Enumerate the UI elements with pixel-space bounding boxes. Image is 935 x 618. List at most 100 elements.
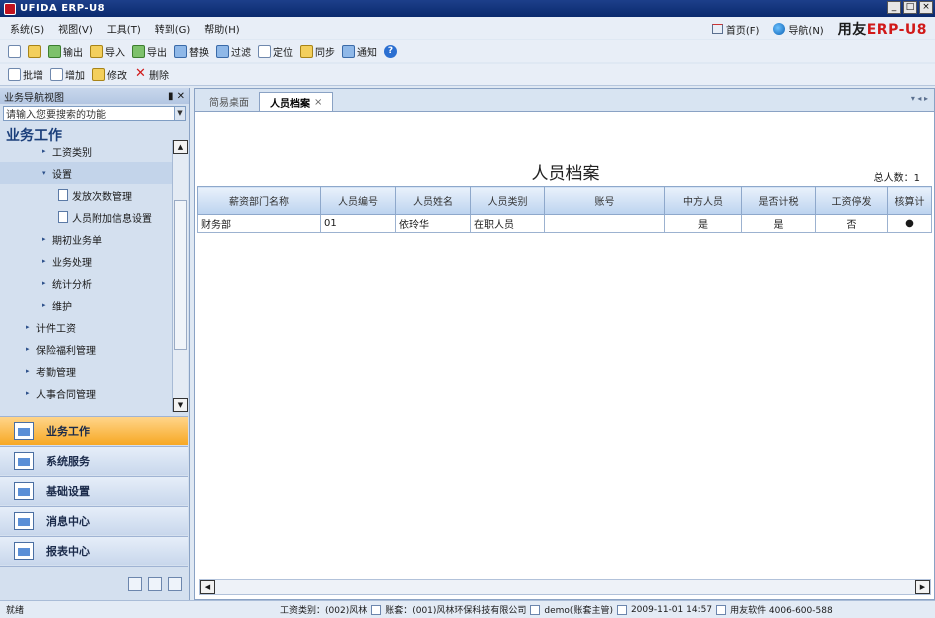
chevron-right-icon[interactable]: ▸ [42, 235, 52, 243]
print-icon [8, 44, 21, 58]
tab-simple-desktop[interactable]: 简易桌面 [199, 92, 259, 111]
menu-view[interactable]: 视图(V) [58, 21, 93, 36]
nav-message-center[interactable]: 消息中心 [0, 506, 188, 535]
col-account[interactable]: 账号 [544, 186, 665, 215]
filter-icon [216, 44, 229, 58]
output-button[interactable]: 输出 [48, 44, 83, 59]
menu-system[interactable]: 系统(S) [10, 21, 44, 36]
tree-item[interactable]: ▸ 统计分析 [0, 272, 172, 294]
scroll-right-icon[interactable]: ▶ [915, 580, 930, 594]
list-icon[interactable] [148, 576, 162, 591]
cell-dept[interactable]: 财务部 [197, 214, 321, 233]
nav-report-center[interactable]: 报表中心 [0, 536, 188, 565]
chevron-right-icon[interactable]: ▸ [26, 389, 36, 397]
col-chinese[interactable]: 中方人员 [664, 186, 742, 215]
function-search-input[interactable]: 请输入您要搜索的功能 ▼ [3, 106, 186, 121]
table-row[interactable]: 财务部 01 依玲华 在职人员 是 是 否 ● [197, 214, 932, 233]
col-pay-stop[interactable]: 工资停发 [815, 186, 888, 215]
tree-item[interactable]: ▸ 考勤管理 [0, 360, 172, 382]
navigation-panel: 业务导航视图 ▮ ✕ 请输入您要搜索的功能 ▼ 业务工作 ▸ 工资类别 ▾ 设置 发放次… [0, 88, 190, 600]
shortcut-icon[interactable] [128, 576, 142, 591]
chevron-right-icon[interactable]: ▸ [26, 367, 36, 375]
menu-help[interactable]: 帮助(H) [204, 21, 239, 36]
user-icon [530, 604, 541, 615]
preview-button[interactable] [28, 44, 41, 58]
tree-item[interactable]: ▸ 计件工资 [0, 316, 172, 338]
replace-button[interactable]: 替换 [174, 44, 209, 59]
col-taxable[interactable]: 是否计税 [741, 186, 816, 215]
batch-add-button[interactable]: 批增 [8, 67, 43, 82]
cell-emp-type[interactable]: 在职人员 [470, 214, 545, 233]
col-calc[interactable]: 核算计 [887, 186, 932, 215]
navigation-icon [773, 23, 786, 35]
chevron-right-icon[interactable]: ▸ [26, 323, 36, 331]
status-datetime: 2009-11-01 14:57 [630, 604, 713, 615]
chevron-down-icon[interactable]: ▼ [174, 107, 185, 120]
tree-item-label: 计件工资 [36, 323, 76, 335]
cell-emp-no[interactable]: 01 [320, 214, 396, 233]
pin-close-icons[interactable]: ▮ ✕ [168, 91, 185, 102]
nav-basic-settings[interactable]: 基础设置 [0, 476, 188, 505]
filter-button[interactable]: 过滤 [216, 44, 251, 59]
menu-tools[interactable]: 工具(T) [107, 21, 141, 36]
col-emp-type[interactable]: 人员类别 [470, 186, 545, 215]
chevron-right-icon[interactable]: ▸ [42, 279, 52, 287]
scroll-left-icon[interactable]: ◀ [200, 580, 215, 594]
tree-item-label: 保险福利管理 [36, 345, 96, 357]
add-button[interactable]: 增加 [50, 67, 85, 82]
tree-item[interactable]: ▸ 期初业务单 [0, 228, 172, 250]
tree-item[interactable]: 发放次数管理 [0, 184, 172, 206]
nav-system-service[interactable]: 系统服务 [0, 446, 188, 475]
import-button[interactable]: 导入 [90, 44, 125, 59]
report-center-icon [14, 542, 34, 560]
close-button[interactable]: × [919, 1, 933, 14]
minimize-button[interactable]: _ [887, 1, 901, 14]
print-button[interactable] [8, 44, 21, 58]
nav-business-work[interactable]: 业务工作 [0, 416, 188, 445]
scroll-thumb[interactable] [174, 200, 187, 350]
locate-button[interactable]: 定位 [258, 44, 293, 59]
tree-item-label: 业务处理 [52, 257, 92, 269]
tab-nav-arrows[interactable]: ▾ ◂ ▸ [911, 94, 928, 103]
tree-item[interactable]: ▸ 保险福利管理 [0, 338, 172, 360]
chevron-right-icon[interactable]: ▸ [42, 301, 52, 309]
cell-chinese[interactable]: 是 [664, 214, 742, 233]
nav-tree-scrollbar[interactable]: ▲ ▼ [172, 140, 188, 412]
grid-hscrollbar[interactable]: ◀ ▶ [199, 579, 931, 595]
chevron-right-icon[interactable]: ▸ [42, 257, 52, 265]
chevron-right-icon[interactable]: ▸ [42, 147, 52, 155]
tree-item[interactable]: ▸ 业务处理 [0, 250, 172, 272]
col-emp-name[interactable]: 人员姓名 [395, 186, 471, 215]
scroll-up-icon[interactable]: ▲ [173, 140, 188, 154]
window-title: UFIDA ERP-U8 [20, 3, 106, 14]
cell-calc[interactable]: ● [887, 214, 932, 233]
close-tab-icon[interactable]: × [314, 97, 322, 108]
navigation-link[interactable]: 导航(N) [773, 22, 824, 37]
cell-emp-name[interactable]: 依玲华 [395, 214, 471, 233]
sync-button[interactable]: 同步 [300, 44, 335, 59]
tree-item[interactable]: ▸ 维护 [0, 294, 172, 316]
cell-pay-stop[interactable]: 否 [815, 214, 888, 233]
options-icon[interactable] [168, 576, 182, 591]
col-dept[interactable]: 薪资部门名称 [197, 186, 321, 215]
tree-item[interactable]: ▸ 工资类别 [0, 140, 172, 162]
status-category: 工资类别：(002)风林 [280, 606, 368, 616]
delete-button[interactable]: ✕ 删除 [134, 67, 169, 82]
menu-goto[interactable]: 转到(G) [155, 21, 191, 36]
home-link[interactable]: 首页(F) [711, 22, 759, 37]
help-icon[interactable]: ? [384, 44, 397, 58]
export-button[interactable]: 导出 [132, 44, 167, 59]
col-emp-no[interactable]: 人员编号 [320, 186, 396, 215]
modify-button[interactable]: 修改 [92, 67, 127, 82]
tab-personnel-file[interactable]: 人员档案 × [259, 92, 334, 111]
tree-item[interactable]: 人员附加信息设置 [0, 206, 172, 228]
cell-account[interactable] [544, 214, 665, 233]
cell-taxable[interactable]: 是 [741, 214, 816, 233]
chevron-right-icon[interactable]: ▸ [26, 345, 36, 353]
tree-item[interactable]: ▾ 设置 [0, 162, 172, 184]
notify-button[interactable]: 通知 [342, 44, 377, 59]
chevron-down-icon[interactable]: ▾ [42, 169, 52, 177]
maximize-button[interactable]: □ [903, 1, 917, 14]
scroll-down-icon[interactable]: ▼ [173, 398, 188, 412]
tree-item[interactable]: ▸ 人事合同管理 [0, 382, 172, 404]
